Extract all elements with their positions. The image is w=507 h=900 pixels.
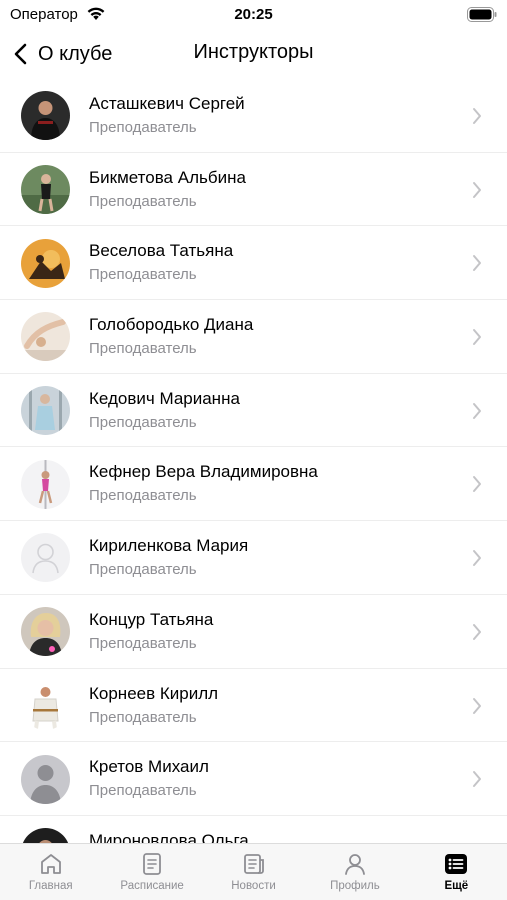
instructor-row[interactable]: Кедович Марианна Преподаватель xyxy=(0,374,507,448)
chevron-right-icon xyxy=(473,108,481,124)
instructor-role: Преподаватель xyxy=(89,561,197,579)
avatar xyxy=(21,459,70,509)
tab-bar: Главная Расписание Новости Профиль Ещё xyxy=(0,843,507,900)
instructor-row[interactable]: Мироновлова Ольга Преподаватель xyxy=(0,816,507,843)
tab-label: Новости xyxy=(231,880,276,892)
chevron-right-icon xyxy=(473,255,481,272)
tab-schedule[interactable]: Расписание xyxy=(101,844,202,900)
instructor-row[interactable]: Кретов Михаил Преподаватель xyxy=(0,742,507,816)
instructor-name: Асташкевич Сергей xyxy=(89,94,245,113)
instructor-name: Веселова Татьяна xyxy=(89,241,234,261)
avatar xyxy=(21,312,70,362)
chevron-right-icon xyxy=(473,329,481,346)
tab-home[interactable]: Главная xyxy=(0,844,101,900)
instructor-row[interactable]: Кириленкова Мария Преподаватель xyxy=(0,521,507,595)
instructor-role: Преподаватель xyxy=(89,266,197,284)
instructor-row[interactable]: Веселова Татьяна Преподаватель xyxy=(0,226,507,300)
instructor-name: Кедович Марианна xyxy=(89,388,240,408)
tab-label: Главная xyxy=(28,880,73,892)
avatar xyxy=(21,165,70,215)
tab-more[interactable]: Ещё xyxy=(406,844,507,900)
instructor-name: Мироновлова Ольга xyxy=(89,830,249,843)
chevron-right-icon xyxy=(473,476,481,493)
instructor-role: Преподаватель xyxy=(89,413,197,431)
avatar-placeholder xyxy=(21,533,70,583)
status-bar: Оператор 20:25 xyxy=(0,0,507,30)
avatar xyxy=(21,91,70,141)
chevron-right-icon xyxy=(473,697,481,714)
chevron-right-icon xyxy=(473,181,481,198)
instructor-row[interactable]: Корнеев Кирилл Преподаватель xyxy=(0,669,507,743)
avatar xyxy=(21,828,70,843)
instructor-role: Преподаватель xyxy=(89,782,197,800)
avatar-placeholder xyxy=(21,754,70,804)
instructor-name: Концур Татьяна xyxy=(89,609,214,629)
more-icon xyxy=(445,854,468,874)
instructor-role: Преподаватель xyxy=(89,708,197,726)
instructor-role: Преподаватель xyxy=(89,340,197,358)
page-title: Инструкторы xyxy=(193,41,314,63)
instructor-row[interactable]: Кефнер Вера Владимировна Преподаватель xyxy=(0,447,507,521)
tab-label: Ещё xyxy=(444,880,469,892)
instructor-name: Кретов Михаил xyxy=(89,757,209,777)
instructor-row[interactable]: Бикметова Альбина Преподаватель xyxy=(0,153,507,227)
instructor-name: Корнеев Кирилл xyxy=(89,683,219,703)
tab-label: Профиль xyxy=(330,880,380,892)
avatar xyxy=(21,386,70,436)
instructor-row[interactable]: Асташкевич Сергей Преподаватель xyxy=(0,79,507,153)
schedule-icon xyxy=(143,853,162,875)
tab-news[interactable]: Новости xyxy=(203,844,304,900)
profile-icon xyxy=(345,854,365,875)
avatar xyxy=(21,680,70,730)
tab-profile[interactable]: Профиль xyxy=(304,844,405,900)
instructor-role: Преподаватель xyxy=(89,192,197,210)
instructor-name: Кириленкова Мария xyxy=(89,536,249,556)
news-icon xyxy=(243,854,264,874)
instructor-name: Бикметова Альбина xyxy=(89,167,246,187)
instructor-role: Преподаватель xyxy=(89,487,197,505)
battery-icon xyxy=(467,7,497,22)
instructor-name: Голобородько Диана xyxy=(89,315,254,335)
clock: 20:25 xyxy=(234,6,273,23)
home-icon xyxy=(40,854,61,874)
chevron-right-icon xyxy=(473,623,481,640)
instructor-row[interactable]: Концур Татьяна Преподаватель xyxy=(0,595,507,669)
chevron-right-icon xyxy=(473,402,481,419)
chevron-right-icon xyxy=(473,771,481,788)
navigation-bar: О клубе Инструкторы xyxy=(0,30,507,78)
tab-label: Расписание xyxy=(120,880,184,892)
instructor-name: Кефнер Вера Владимировна xyxy=(89,462,318,482)
instructor-row[interactable]: Голобородько Диана Преподаватель xyxy=(0,300,507,374)
chevron-right-icon xyxy=(473,550,481,567)
avatar xyxy=(21,607,70,657)
instructor-role: Преподаватель xyxy=(89,634,197,652)
avatar xyxy=(21,238,70,288)
instructor-list: Асташкевич Сергей Преподаватель Бикметов… xyxy=(0,79,507,843)
instructor-role: Преподаватель xyxy=(89,119,197,136)
